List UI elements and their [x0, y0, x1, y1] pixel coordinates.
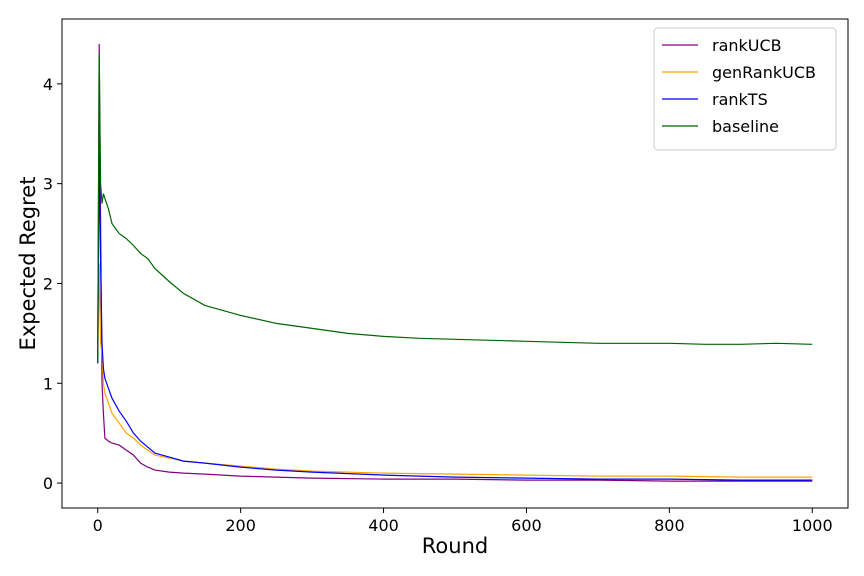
x-axis: 0 200 400 600 800 1000 [93, 508, 833, 535]
y-tick-label: 4 [43, 75, 53, 94]
x-tick-label: 400 [368, 516, 399, 535]
legend-label-genRankUCB: genRankUCB [712, 63, 816, 82]
legend: rankUCB genRankUCB rankTS baseline [653, 27, 837, 151]
x-tick-label: 800 [654, 516, 685, 535]
y-axis: 0 1 2 3 4 [43, 75, 62, 493]
legend-label-rankUCB: rankUCB [712, 36, 782, 55]
x-tick-label: 600 [511, 516, 542, 535]
y-tick-label: 3 [43, 175, 53, 194]
series-line-genRankUCB [97, 263, 813, 478]
legend-label-baseline: baseline [712, 117, 779, 136]
x-tick-label: 0 [93, 516, 103, 535]
legend-label-rankTS: rankTS [712, 90, 768, 109]
y-axis-label: Expected Regret [16, 177, 40, 351]
chart: 0 200 400 600 800 1000 0 1 2 3 4 Round Expected R… [16, 18, 849, 558]
x-axis-label: Round [422, 534, 488, 558]
x-tick-label: 1000 [792, 516, 833, 535]
y-tick-label: 1 [43, 374, 53, 393]
x-tick-label: 200 [225, 516, 256, 535]
y-tick-label: 2 [43, 274, 53, 293]
series-line-rankTS [97, 153, 813, 481]
y-tick-label: 0 [43, 474, 53, 493]
